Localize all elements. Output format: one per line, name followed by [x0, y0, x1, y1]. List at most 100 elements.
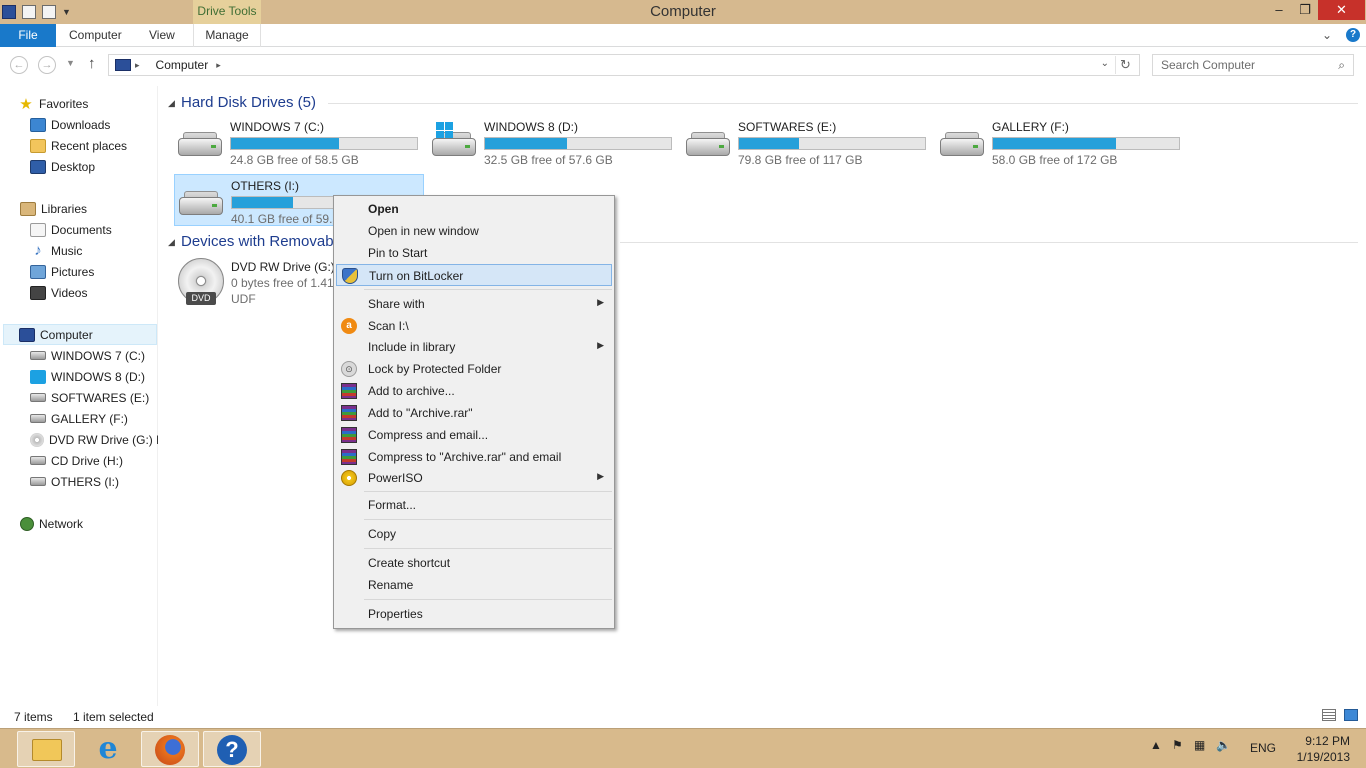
tab-view[interactable]: View [149, 24, 175, 47]
menu-create-shortcut[interactable]: Create shortcut [336, 552, 612, 574]
usage-bar [738, 137, 926, 150]
input-language[interactable]: ENG [1250, 741, 1276, 755]
tiles-view-icon[interactable] [1344, 709, 1358, 721]
menu-poweriso[interactable]: PowerISO ▶ [336, 467, 612, 489]
search-box[interactable]: ⌕ [1152, 54, 1354, 76]
drive-tile-d[interactable]: WINDOWS 8 (D:) 32.5 GB free of 57.6 GB [428, 116, 678, 168]
star-icon: ★ [19, 95, 33, 113]
forward-button[interactable]: → [38, 56, 56, 74]
nav-drive-c[interactable]: WINDOWS 7 (C:) [30, 345, 158, 366]
nav-recent-places[interactable]: Recent places [30, 135, 158, 156]
tab-computer[interactable]: Computer [69, 24, 122, 47]
collapse-group-icon[interactable]: ◢ [168, 237, 175, 248]
network-status-icon[interactable]: ▦ [1194, 739, 1206, 751]
menu-add-to-archive-rar[interactable]: Add to "Archive.rar" [336, 402, 612, 424]
context-menu: Open Open in new window Pin to Start Tur… [333, 195, 615, 629]
action-center-flag-icon[interactable]: ⚑ [1172, 739, 1184, 751]
search-input[interactable] [1153, 55, 1323, 75]
menu-format[interactable]: Format... [336, 494, 612, 516]
drive-tile-c[interactable]: WINDOWS 7 (C:) 24.8 GB free of 58.5 GB [174, 116, 424, 168]
hard-drive-icon [686, 128, 730, 160]
nav-libraries[interactable]: Libraries [20, 198, 158, 219]
clock[interactable]: 9:12 PM 1/19/2013 [1285, 733, 1350, 765]
show-hidden-icons-icon[interactable]: ▲ [1150, 739, 1162, 751]
search-icon[interactable]: ⌕ [1338, 58, 1345, 73]
volume-icon[interactable]: 🔈 [1216, 739, 1231, 751]
window-title: Computer [650, 3, 716, 20]
antivirus-icon: a [341, 318, 357, 334]
hard-drive-icon [179, 187, 223, 219]
back-button[interactable]: ← [10, 56, 28, 74]
chevron-right-icon[interactable]: ▸ [216, 60, 221, 71]
recent-locations-icon[interactable]: ▼ [66, 58, 75, 68]
tab-file[interactable]: File [0, 24, 56, 47]
computer-icon [115, 59, 131, 71]
libraries-icon [20, 201, 36, 216]
menu-open[interactable]: Open [336, 198, 612, 220]
nav-drive-i[interactable]: OTHERS (I:) [30, 471, 158, 492]
drive-name: WINDOWS 8 (D:) [484, 120, 578, 134]
menu-copy[interactable]: Copy [336, 523, 612, 545]
nav-favorites[interactable]: ★ Favorites [18, 93, 158, 114]
tab-manage[interactable]: Manage [193, 24, 261, 47]
menu-lock-protected-folder[interactable]: ⊙ Lock by Protected Folder [336, 358, 612, 380]
nav-downloads[interactable]: Downloads [30, 114, 158, 135]
nav-desktop[interactable]: Desktop [30, 156, 158, 177]
nav-drive-d[interactable]: WINDOWS 8 (D:) [30, 366, 158, 387]
chevron-down-icon[interactable]: ⌄ [1101, 58, 1109, 69]
up-button[interactable]: ↑ [88, 55, 96, 72]
winrar-icon [341, 427, 357, 443]
address-bar[interactable]: ▸ Computer ▸ ⌄ ↻ [108, 54, 1140, 76]
taskbar-firefox[interactable] [141, 731, 199, 767]
nav-drive-f[interactable]: GALLERY (F:) [30, 408, 158, 429]
taskbar-help[interactable]: ? [203, 731, 261, 767]
title-bar: ▼ Drive Tools Computer – ❐ ✕ [0, 0, 1366, 24]
menu-scan[interactable]: a Scan I:\ [336, 315, 612, 337]
dvd-icon [30, 432, 44, 447]
menu-rename[interactable]: Rename [336, 574, 612, 596]
maximize-button[interactable]: ❐ [1292, 0, 1318, 20]
nav-music[interactable]: ♪ Music [30, 240, 158, 261]
usage-bar [230, 137, 418, 150]
nav-videos[interactable]: Videos [30, 282, 158, 303]
menu-compress-rar-and-email[interactable]: Compress to "Archive.rar" and email [336, 446, 612, 468]
downloads-folder-icon [30, 117, 46, 132]
taskbar-file-explorer[interactable] [17, 731, 75, 767]
minimize-button[interactable]: – [1266, 0, 1292, 20]
ribbon: File Computer View Manage ⌄ ? [0, 24, 1366, 47]
nav-pictures[interactable]: Pictures [30, 261, 158, 282]
menu-open-new-window[interactable]: Open in new window [336, 220, 612, 242]
menu-properties[interactable]: Properties [336, 603, 612, 625]
pictures-icon [30, 264, 46, 279]
taskbar-internet-explorer[interactable]: e [79, 731, 137, 767]
collapse-group-icon[interactable]: ◢ [168, 98, 175, 109]
drive-tile-e[interactable]: SOFTWARES (E:) 79.8 GB free of 117 GB [682, 116, 932, 168]
details-view-icon[interactable] [1322, 709, 1336, 721]
nav-drive-h[interactable]: CD Drive (H:) [30, 450, 158, 471]
menu-separator [364, 548, 612, 549]
menu-compress-and-email[interactable]: Compress and email... [336, 424, 612, 446]
group-hard-disk-drives[interactable]: Hard Disk Drives (5) [181, 94, 316, 111]
nav-documents[interactable]: Documents [30, 219, 158, 240]
menu-separator [364, 519, 612, 520]
hard-drive-icon [178, 128, 222, 160]
nav-network[interactable]: Network [20, 513, 158, 534]
help-icon[interactable]: ? [1346, 28, 1360, 42]
nav-drive-e[interactable]: SOFTWARES (E:) [30, 387, 158, 408]
refresh-button[interactable]: ↻ [1115, 56, 1135, 74]
computer-icon [19, 327, 35, 342]
menu-share-with[interactable]: Share with ▶ [336, 293, 612, 315]
menu-pin-to-start[interactable]: Pin to Start [336, 242, 612, 264]
breadcrumb-computer[interactable]: Computer [156, 58, 209, 72]
drive-name: SOFTWARES (E:) [738, 120, 837, 134]
close-button[interactable]: ✕ [1318, 0, 1365, 20]
nav-computer[interactable]: Computer [3, 324, 157, 345]
drive-free-space: 32.5 GB free of 57.6 GB [484, 153, 613, 167]
drive-tile-f[interactable]: GALLERY (F:) 58.0 GB free of 172 GB [936, 116, 1186, 168]
chevron-right-icon[interactable]: ▸ [135, 60, 140, 71]
menu-add-to-archive[interactable]: Add to archive... [336, 380, 612, 402]
menu-include-in-library[interactable]: Include in library ▶ [336, 336, 612, 358]
expand-ribbon-icon[interactable]: ⌄ [1322, 24, 1332, 47]
menu-turn-on-bitlocker[interactable]: Turn on BitLocker [336, 264, 612, 286]
nav-drive-g[interactable]: DVD RW Drive (G:) N [30, 429, 158, 450]
